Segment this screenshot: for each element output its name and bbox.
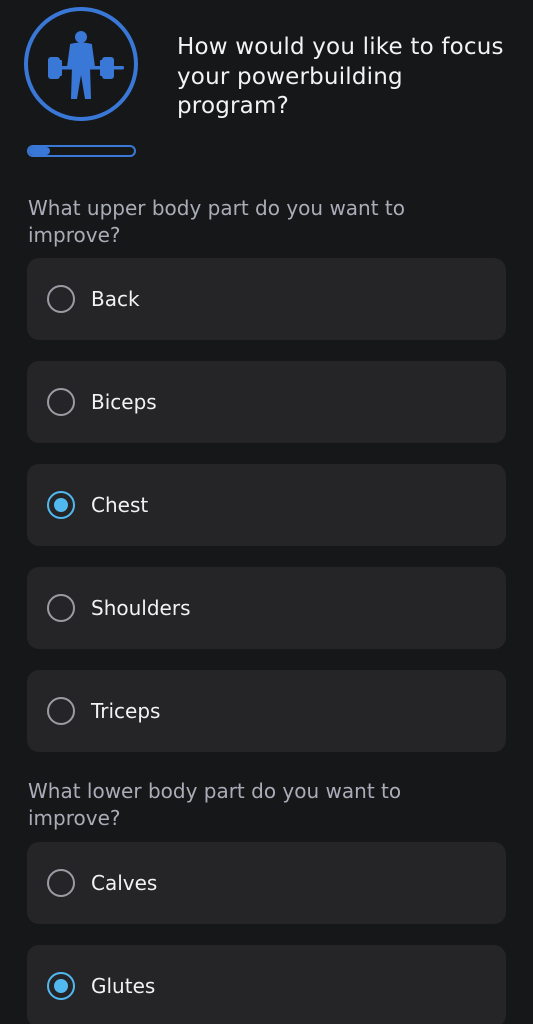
option-label: Biceps bbox=[91, 390, 157, 414]
radio-button[interactable] bbox=[47, 972, 75, 1000]
option-label: Glutes bbox=[91, 974, 156, 998]
radio-button[interactable] bbox=[47, 697, 75, 725]
option-biceps[interactable]: Biceps bbox=[27, 361, 506, 443]
upper-body-question: What upper body part do you want to impr… bbox=[28, 196, 406, 247]
option-shoulders[interactable]: Shoulders bbox=[27, 567, 506, 649]
option-back[interactable]: Back bbox=[27, 258, 506, 340]
radio-button[interactable] bbox=[47, 869, 75, 897]
page-title: How would you like to focus your powerbu… bbox=[177, 34, 504, 119]
radio-button[interactable] bbox=[47, 285, 75, 313]
option-label: Calves bbox=[91, 871, 158, 895]
radio-button[interactable] bbox=[47, 594, 75, 622]
option-label: Shoulders bbox=[91, 596, 191, 620]
powerlifter-logo-icon bbox=[24, 7, 138, 121]
option-triceps[interactable]: Triceps bbox=[27, 670, 506, 752]
option-calves[interactable]: Calves bbox=[27, 842, 506, 924]
radio-button[interactable] bbox=[47, 491, 75, 519]
lower-body-question: What lower body part do you want to impr… bbox=[28, 779, 402, 830]
quiz-screen: How would you like to focus your powerbu… bbox=[0, 0, 533, 1024]
option-glutes[interactable]: Glutes bbox=[27, 945, 506, 1024]
radio-button[interactable] bbox=[47, 388, 75, 416]
option-label: Back bbox=[91, 287, 140, 311]
option-label: Triceps bbox=[91, 699, 161, 723]
option-label: Chest bbox=[91, 493, 149, 517]
progress-bar bbox=[27, 145, 136, 157]
option-chest[interactable]: Chest bbox=[27, 464, 506, 546]
progress-fill bbox=[29, 147, 50, 155]
